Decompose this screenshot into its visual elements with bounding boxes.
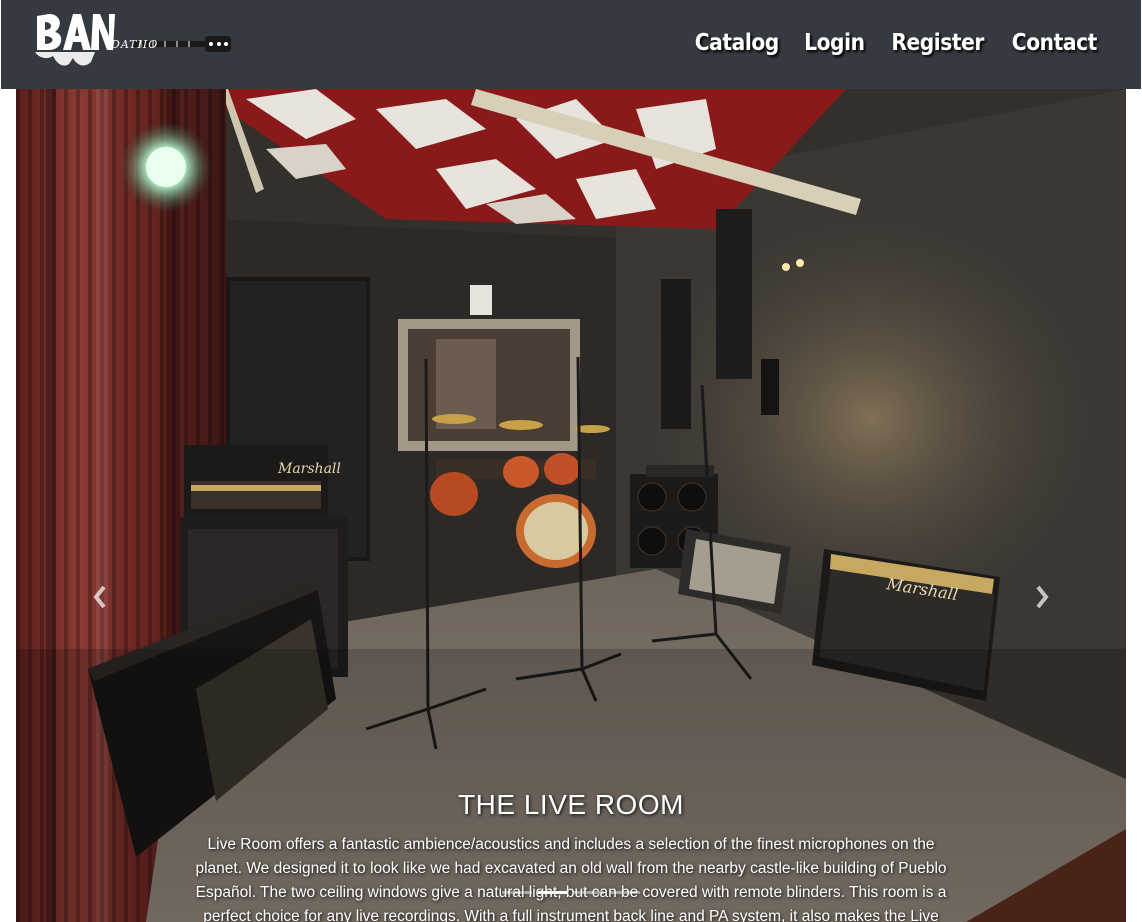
carousel-caption: THE LIVE ROOM Live Room offers a fantast… xyxy=(166,789,976,922)
carousel-next-button[interactable] xyxy=(1032,583,1052,611)
image-carousel: Marshall Marshall THE LIVE ROOM Live Roo… xyxy=(16,89,1126,922)
carousel-prev-button[interactable] xyxy=(90,583,110,611)
nav-link-login[interactable]: Login xyxy=(804,30,865,56)
top-navbar: DATIIO Catalog Login Register Contact xyxy=(1,0,1141,89)
nav-link-contact[interactable]: Contact xyxy=(1012,30,1098,56)
caption-text: Live Room offers a fantastic ambience/ac… xyxy=(195,836,947,922)
carousel-indicator-2[interactable] xyxy=(538,891,568,894)
carousel-indicators xyxy=(502,891,640,894)
chevron-right-icon xyxy=(1036,585,1049,609)
svg-text:Marshall: Marshall xyxy=(277,461,341,477)
caption-title: THE LIVE ROOM xyxy=(458,789,684,820)
nav-link-register[interactable]: Register xyxy=(891,30,984,56)
brand-logo[interactable]: DATIIO xyxy=(33,8,233,80)
carousel-indicator-4[interactable] xyxy=(610,891,640,894)
nav-links: Catalog Login Register Contact xyxy=(689,30,1103,56)
chevron-left-icon xyxy=(93,585,106,609)
nav-link-catalog[interactable]: Catalog xyxy=(694,30,779,56)
carousel-indicator-1[interactable] xyxy=(502,891,532,894)
brand-suffix-text: DATIIO xyxy=(111,38,159,51)
carousel-indicator-3[interactable] xyxy=(574,891,604,894)
